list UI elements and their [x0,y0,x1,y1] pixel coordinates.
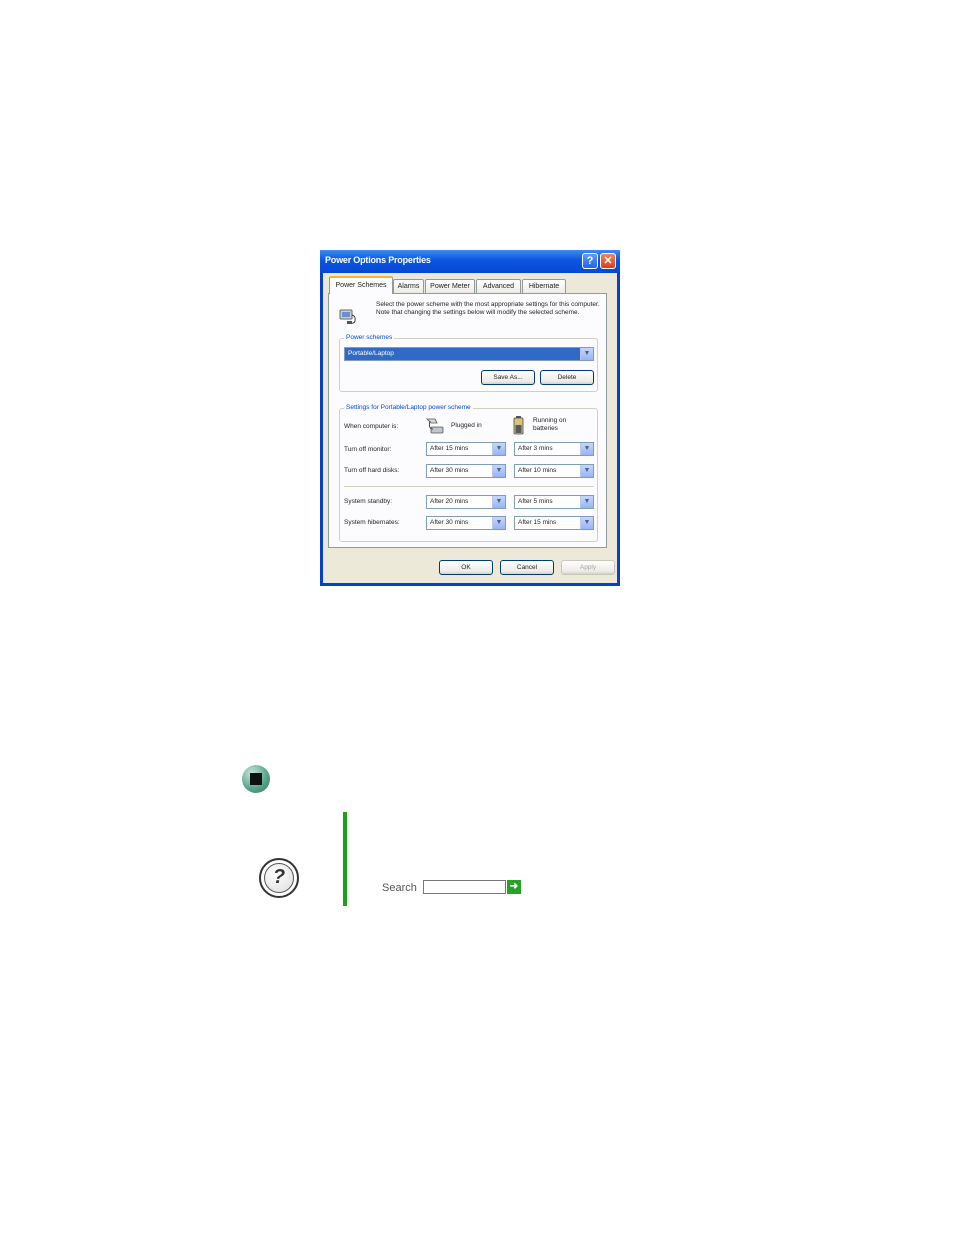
power-options-dialog: Power Options Properties ? ✕ Power Schem… [320,250,620,586]
chevron-down-icon[interactable]: ▼ [580,496,593,508]
chevron-down-icon[interactable]: ▼ [492,465,505,477]
system-hibernates-label: System hibernates: [344,519,400,526]
standby-battery-value: After 5 mins [518,498,553,505]
tab-power-meter[interactable]: Power Meter [425,279,475,293]
standby-battery-select[interactable]: After 5 mins ▼ [514,495,594,509]
monitor-plugged-value: After 15 mins [430,445,469,452]
help-icon: ? [259,858,299,898]
power-schemes-group: Power schemes Portable/Laptop ▼ Save As.… [339,334,598,392]
tab-alarms[interactable]: Alarms [393,279,424,293]
power-schemes-group-label: Power schemes [344,334,395,341]
when-computer-label: When computer is: [344,423,399,430]
plugged-in-label: Plugged in [451,422,482,429]
standby-plugged-select[interactable]: After 20 mins ▼ [426,495,506,509]
chevron-down-icon[interactable]: ▼ [580,348,593,360]
scheme-description: Select the power scheme with the most ap… [376,301,600,316]
hibernate-battery-value: After 15 mins [518,519,557,526]
chevron-down-icon[interactable]: ▼ [492,443,505,455]
tab-panel-power-schemes: Select the power scheme with the most ap… [328,293,607,548]
settings-divider [344,486,594,487]
hard-disks-plugged-value: After 30 mins [430,467,469,474]
scheme-settings-group-label: Settings for Portable/Laptop power schem… [344,404,473,411]
running-on-batteries-label: Running on batteries [533,417,567,432]
dialog-title: Power Options Properties [325,255,431,265]
plugged-in-icon [426,418,444,434]
search-label: Search [382,882,417,894]
power-scheme-select[interactable]: Portable/Laptop ▼ [344,347,594,361]
apply-button[interactable]: Apply [561,560,615,575]
stop-square [250,773,262,785]
chevron-down-icon[interactable]: ▼ [492,496,505,508]
search-input[interactable] [423,880,506,894]
title-bar[interactable]: Power Options Properties ? ✕ [320,250,620,273]
turn-off-monitor-label: Turn off monitor: [344,446,392,453]
tab-power-schemes[interactable]: Power Schemes [329,276,393,294]
standby-plugged-value: After 20 mins [430,498,469,505]
system-standby-label: System standby: [344,498,393,505]
chevron-down-icon[interactable]: ▼ [580,465,593,477]
save-as-button[interactable]: Save As... [481,370,535,385]
monitor-battery-value: After 3 mins [518,445,553,452]
battery-icon [513,416,524,435]
hard-disks-battery-select[interactable]: After 10 mins ▼ [514,464,594,478]
delete-button[interactable]: Delete [540,370,594,385]
scheme-settings-group: Settings for Portable/Laptop power schem… [339,404,598,542]
help-button[interactable]: ? [582,253,598,269]
go-arrow-icon[interactable]: ➜ [507,880,521,894]
help-question-mark: ? [264,863,294,893]
power-scheme-value: Portable/Laptop [348,350,394,357]
close-button[interactable]: ✕ [600,253,616,269]
chevron-down-icon[interactable]: ▼ [580,443,593,455]
tab-hibernate[interactable]: Hibernate [522,279,566,293]
monitor-plugged-select[interactable]: After 15 mins ▼ [426,442,506,456]
sidebar-divider [343,812,347,906]
tab-advanced[interactable]: Advanced [476,279,521,293]
hard-disks-battery-value: After 10 mins [518,467,557,474]
hibernate-battery-select[interactable]: After 15 mins ▼ [514,516,594,530]
hibernate-plugged-value: After 30 mins [430,519,469,526]
ok-button[interactable]: OK [439,560,493,575]
power-plug-icon [339,309,356,324]
turn-off-hard-disks-label: Turn off hard disks: [344,467,400,474]
chevron-down-icon[interactable]: ▼ [492,517,505,529]
hard-disks-plugged-select[interactable]: After 30 mins ▼ [426,464,506,478]
stop-icon [242,765,270,793]
monitor-battery-select[interactable]: After 3 mins ▼ [514,442,594,456]
chevron-down-icon[interactable]: ▼ [580,517,593,529]
dialog-client-area: Power Schemes Alarms Power Meter Advance… [323,273,617,583]
hibernate-plugged-select[interactable]: After 30 mins ▼ [426,516,506,530]
cancel-button[interactable]: Cancel [500,560,554,575]
